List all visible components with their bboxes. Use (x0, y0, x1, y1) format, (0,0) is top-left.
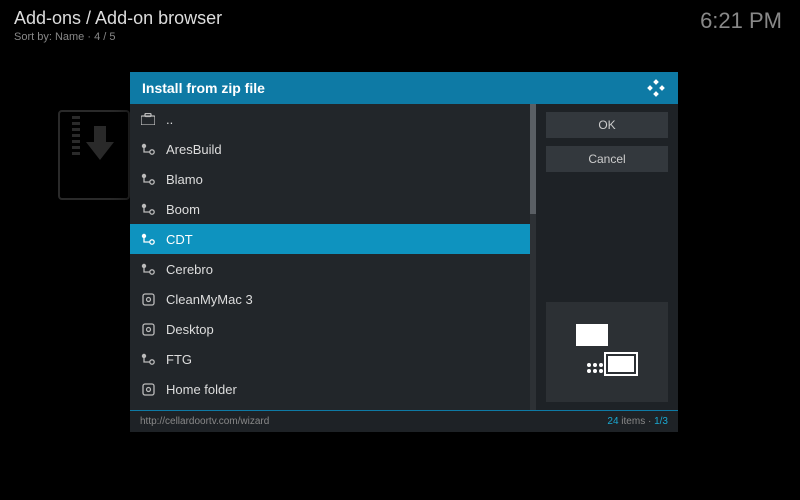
install-zip-dialog: Install from zip file .. AresBuild Blamo Bo… (130, 72, 678, 432)
network-node-icon (140, 261, 156, 277)
file-item-label: Desktop (166, 322, 214, 337)
file-item-label: CleanMyMac 3 (166, 292, 253, 307)
file-item[interactable]: AresBuild (130, 134, 530, 164)
file-item[interactable]: Blamo (130, 164, 530, 194)
file-item[interactable]: .. (130, 104, 530, 134)
disk-icon (140, 291, 156, 307)
footer-path: http://cellardoortv.com/wizard (140, 416, 269, 427)
file-item[interactable]: CleanMyMac 3 (130, 284, 530, 314)
file-item-label: Boom (166, 202, 200, 217)
file-item-label: AresBuild (166, 142, 222, 157)
zip-download-icon (58, 110, 130, 200)
file-item[interactable]: Desktop (130, 314, 530, 344)
file-item-label: Blamo (166, 172, 203, 187)
file-item[interactable]: CDT (130, 224, 530, 254)
network-node-icon (140, 231, 156, 247)
file-item[interactable]: FTG (130, 344, 530, 374)
network-node-icon (140, 351, 156, 367)
file-item[interactable]: Cerebro (130, 254, 530, 284)
network-node-icon (140, 171, 156, 187)
briefcase-icon (140, 111, 156, 127)
file-item-label: CDT (166, 232, 193, 247)
file-item-label: Home folder (166, 382, 237, 397)
kodi-logo-icon (646, 78, 666, 98)
file-item-label: .. (166, 112, 173, 127)
disk-icon (140, 381, 156, 397)
sort-indicator: Sort by: Name · 4 / 5 (14, 31, 786, 43)
footer-count: 24 items · 1/3 (607, 416, 668, 427)
page-title: Add-ons / Add-on browser (14, 8, 786, 29)
clock: 6:21 PM (700, 8, 782, 34)
file-item[interactable]: Boom (130, 194, 530, 224)
file-item-label: FTG (166, 352, 192, 367)
disk-icon (140, 321, 156, 337)
file-list: .. AresBuild Blamo Boom CDT Cerebro CleanMyMac… (130, 104, 530, 410)
scrollbar[interactable] (530, 104, 536, 410)
network-node-icon (140, 201, 156, 217)
file-item-label: Cerebro (166, 262, 213, 277)
dialog-title: Install from zip file (142, 80, 265, 96)
ok-button[interactable]: OK (546, 112, 668, 138)
network-illustration (546, 302, 668, 402)
cancel-button[interactable]: Cancel (546, 146, 668, 172)
file-item[interactable]: Home folder (130, 374, 530, 404)
network-node-icon (140, 141, 156, 157)
